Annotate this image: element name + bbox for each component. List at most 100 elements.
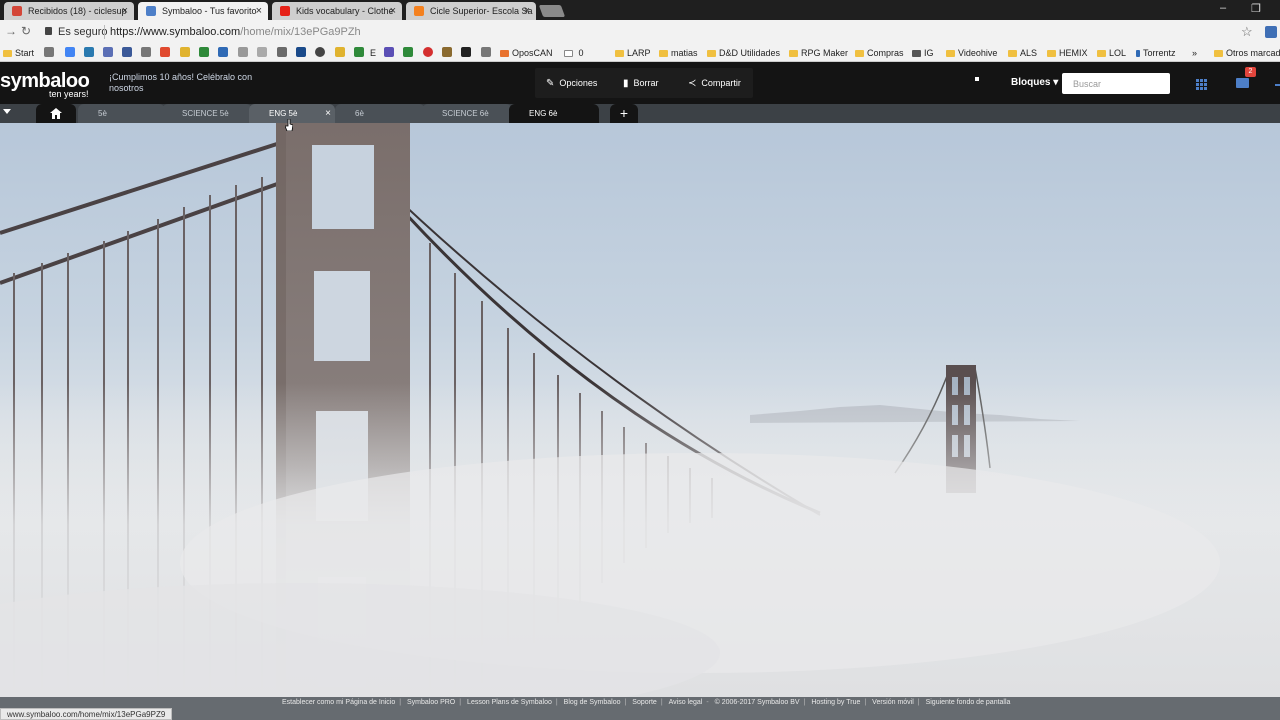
footer-link-hosting[interactable]: Hosting by True: [811, 699, 860, 706]
promo-text[interactable]: ¡Cumplimos 10 años! Celébralo con nosotr…: [109, 72, 259, 94]
github-icon[interactable]: [315, 47, 325, 57]
symbaloo-header: symbaloo ten years! ¡Cumplimos 10 años! …: [0, 62, 1280, 104]
tab-home[interactable]: [36, 104, 76, 123]
app-icon[interactable]: [160, 47, 170, 57]
bookmark-0[interactable]: 0: [564, 46, 584, 60]
reload-icon[interactable]: ↻: [21, 24, 31, 38]
footer-link-lesson-plans[interactable]: Lesson Plans de Symbaloo: [467, 699, 552, 706]
sheets-icon[interactable]: [354, 47, 364, 57]
app-icon[interactable]: [384, 47, 394, 57]
app-icon[interactable]: [44, 47, 54, 57]
compartir-label: Compartir: [701, 78, 741, 88]
vimeo-icon[interactable]: [84, 47, 94, 57]
tab-label: ENG 5è: [269, 109, 298, 118]
camera-icon: [912, 50, 921, 57]
add-tab-button[interactable]: +: [610, 104, 638, 123]
browser-tab-symbaloo[interactable]: Symbaloo - Tus favorito ×: [138, 2, 268, 20]
bookmark-ig[interactable]: IG: [912, 46, 934, 60]
bookmark-dd[interactable]: D&D Utilidades: [707, 46, 780, 60]
bookmark-oposcan[interactable]: OposCAN: [500, 46, 553, 60]
tab-eng-6e[interactable]: ENG 6è: [509, 104, 599, 123]
footer-link-mobile[interactable]: Versión móvil: [872, 699, 914, 706]
app-icon[interactable]: [335, 47, 345, 57]
new-tab-button[interactable]: [538, 5, 566, 17]
tab-6e[interactable]: 6è: [335, 104, 425, 123]
footer-link-blog[interactable]: Blog de Symbaloo: [564, 699, 621, 706]
gmail-icon: [12, 6, 22, 16]
mail-icon[interactable]: [1236, 78, 1249, 88]
app-icon[interactable]: [199, 47, 209, 57]
bookmark-e[interactable]: E: [370, 46, 376, 60]
close-icon[interactable]: ×: [122, 2, 128, 20]
app-icon[interactable]: [403, 47, 413, 57]
tabs-dropdown-icon[interactable]: [3, 109, 11, 114]
borrar-label: Borrar: [633, 78, 659, 88]
close-icon[interactable]: ×: [524, 2, 530, 20]
more-bookmarks-button[interactable]: »: [1192, 46, 1197, 60]
bookmark-lol[interactable]: LOL: [1097, 46, 1126, 60]
restore-icon[interactable]: ❐: [1251, 2, 1261, 15]
search-input[interactable]: [1062, 73, 1170, 94]
extension-icon[interactable]: [1265, 26, 1277, 38]
bookmark-start[interactable]: Start: [3, 46, 34, 60]
bookmark-videohive[interactable]: Videohive: [946, 46, 997, 60]
close-icon[interactable]: ×: [256, 2, 262, 20]
facebook-icon[interactable]: [122, 47, 132, 57]
opciones-button[interactable]: ✎ Opciones: [546, 73, 597, 93]
url-field[interactable]: https://www.symbaloo.com/home/mix/13ePGa…: [110, 26, 361, 38]
android-icon[interactable]: [141, 47, 151, 57]
footer-link-pro[interactable]: Symbaloo PRO: [407, 699, 455, 706]
bookmark-star-icon[interactable]: ☆: [1241, 24, 1253, 40]
bookmark-otros[interactable]: Otros marcad: [1214, 46, 1280, 60]
browser-tab-blogger[interactable]: Cicle Superior- Escola Sa ×: [406, 2, 536, 20]
footer-link-homepage[interactable]: Establecer como mi Página de Inicio: [282, 699, 395, 706]
bookmark-compras[interactable]: Compras: [855, 46, 904, 60]
grid-icon[interactable]: [1196, 79, 1207, 90]
bookmarks-bar: Start E OposCAN 0 LARP matias D&D Utilid…: [0, 44, 1280, 62]
forward-icon[interactable]: →: [5, 24, 17, 38]
app-icon[interactable]: [481, 47, 491, 57]
bookmark-rpg[interactable]: RPG Maker: [789, 46, 848, 60]
compartir-button[interactable]: ≺ Compartir: [688, 73, 741, 93]
tab-science-5e[interactable]: SCIENCE 5è: [162, 104, 252, 123]
bookmark-matias[interactable]: matias: [659, 46, 698, 60]
app-icon[interactable]: [461, 47, 471, 57]
app-icon[interactable]: [218, 47, 228, 57]
tab-label: SCIENCE 6è: [442, 109, 489, 118]
bookmark-label: D&D Utilidades: [719, 48, 781, 58]
borrar-button[interactable]: ▮ Borrar: [623, 73, 659, 93]
app-icon[interactable]: [423, 47, 433, 57]
pencil-icon: ✎: [546, 78, 555, 89]
browser-tab-gmail[interactable]: Recibidos (18) - ciclesup ×: [4, 2, 134, 20]
bookmark-larp[interactable]: LARP: [615, 46, 651, 60]
bookmark-label: Compras: [867, 48, 904, 58]
drive-icon[interactable]: [65, 47, 75, 57]
footer-link-support[interactable]: Soporte: [632, 699, 657, 706]
browser-tab-youtube[interactable]: Kids vocabulary - Clothe ×: [272, 2, 402, 20]
opciones-label: Opciones: [559, 78, 598, 88]
footer-link-next-wallpaper[interactable]: Siguiente fondo de pantalla: [926, 699, 1011, 706]
bookmark-als[interactable]: ALS: [1008, 46, 1037, 60]
app-icon[interactable]: [296, 47, 306, 57]
folder-icon: [3, 50, 12, 57]
tab-label: 6è: [355, 109, 364, 118]
tab-5e[interactable]: 5è: [78, 104, 165, 123]
bloques-dropdown[interactable]: Bloques ▾: [1011, 77, 1058, 88]
close-icon[interactable]: ×: [390, 2, 396, 20]
bookmark-torrentz[interactable]: Torrentz: [1136, 46, 1176, 60]
footer-link-legal[interactable]: Aviso legal: [669, 699, 703, 706]
user-menu-edge[interactable]: [1275, 84, 1280, 86]
app-icon[interactable]: [257, 47, 267, 57]
minimize-icon[interactable]: –: [1220, 2, 1226, 14]
app-icon[interactable]: [180, 47, 190, 57]
folder-icon: [659, 50, 668, 57]
tab-label: SCIENCE 5è: [182, 109, 229, 118]
app-icon[interactable]: [277, 47, 287, 57]
app-icon[interactable]: [238, 47, 248, 57]
app-icon[interactable]: [442, 47, 452, 57]
bookmark-hemix[interactable]: HEMIX: [1047, 46, 1088, 60]
close-tab-icon[interactable]: ×: [325, 104, 331, 123]
symbaloo-icon: [146, 6, 156, 16]
tab-science-6e[interactable]: SCIENCE 6è: [422, 104, 512, 123]
dropbox-icon[interactable]: [103, 47, 113, 57]
